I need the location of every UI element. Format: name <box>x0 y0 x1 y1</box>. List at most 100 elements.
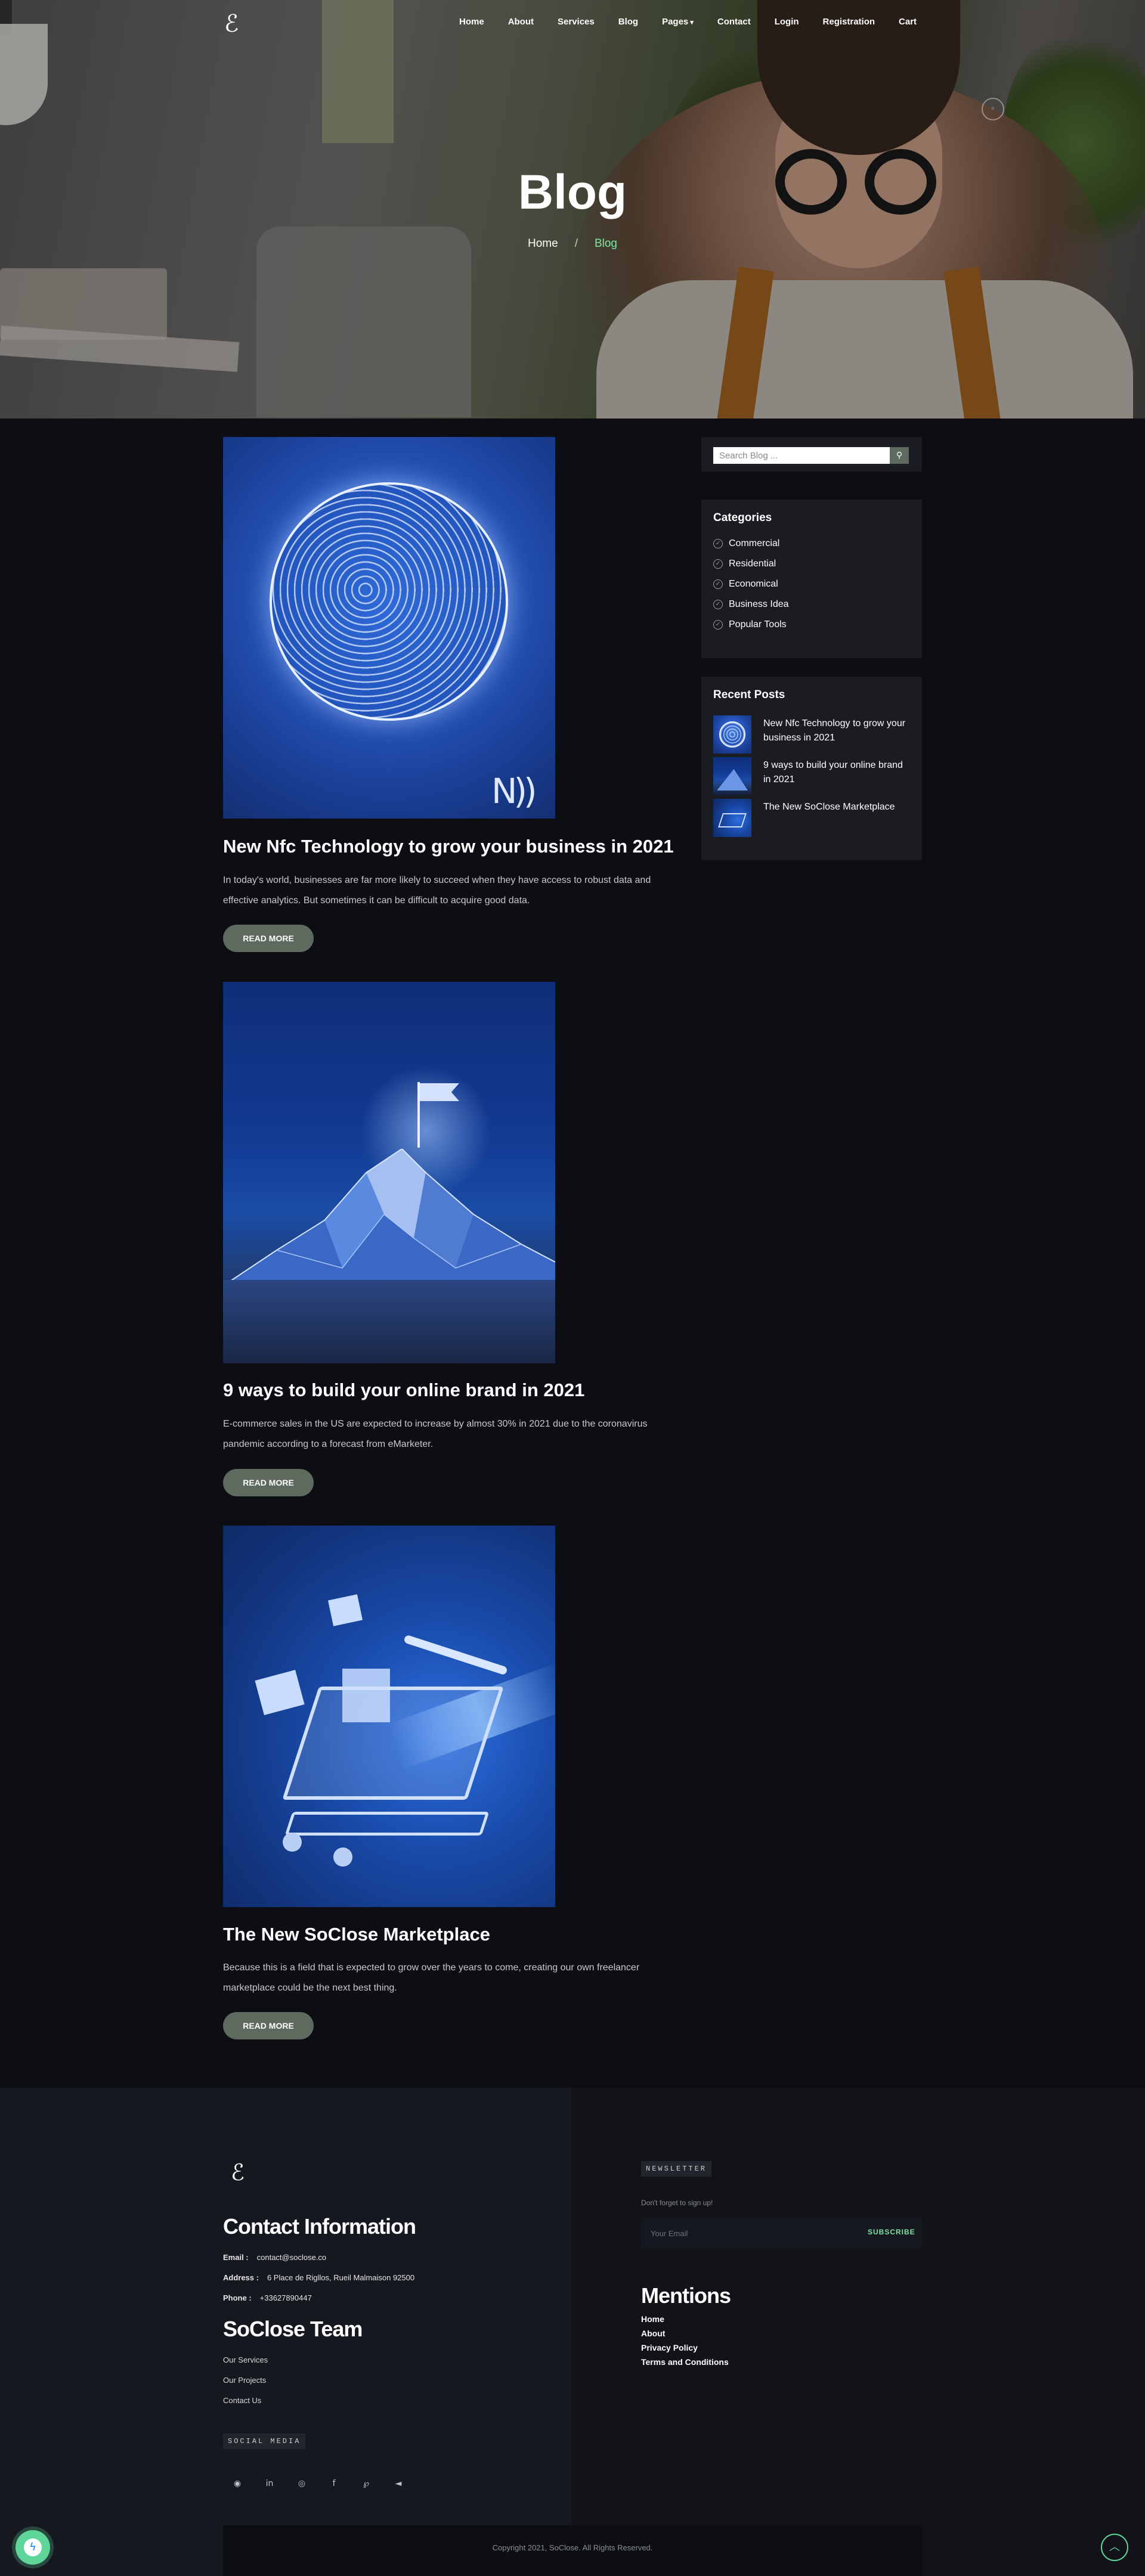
category-popular-tools[interactable]: ✓ Popular Tools <box>713 619 787 630</box>
email-label: Email : <box>223 2253 249 2262</box>
contact-email: Email : contact@soclose.co <box>223 2253 326 2262</box>
linkedin-icon[interactable]: in <box>259 2473 280 2494</box>
messenger-chat-button[interactable]: ϟ <box>16 2530 50 2565</box>
floating-box <box>327 1594 363 1626</box>
footer-bottom-bar: Copyright 2021, SoClose. All Rights Rese… <box>223 2525 922 2576</box>
sidebar-search: ⚲ <box>701 437 922 472</box>
nfc-icon: N)) <box>491 771 537 811</box>
back-to-top-button[interactable]: ︿ <box>1101 2534 1128 2561</box>
recent-post-title[interactable]: New Nfc Technology to grow your business… <box>763 717 912 745</box>
categories-widget: Categories ✓ Commercial ✓ Residential ✓ Eco… <box>701 500 922 658</box>
email-value[interactable]: contact@soclose.co <box>257 2253 327 2262</box>
shopping-cart-icon <box>282 1687 504 1800</box>
floating-box <box>255 1669 305 1716</box>
nav-contact[interactable]: Contact <box>717 17 751 27</box>
newsletter-email-input[interactable] <box>651 2225 830 2241</box>
category-label: Economical <box>729 579 778 589</box>
mentions-link-home[interactable]: Home <box>641 2314 664 2324</box>
contact-title: Contact Information <box>223 2214 416 2239</box>
breadcrumb: Home / Blog <box>0 237 1145 250</box>
check-circle-icon: ✓ <box>713 620 723 630</box>
category-economical[interactable]: ✓ Economical <box>713 579 778 590</box>
chevron-up-icon: ︿ <box>1109 2541 1120 2553</box>
nav-login[interactable]: Login <box>775 17 799 27</box>
category-label: Business Idea <box>729 599 789 609</box>
category-label: Residential <box>729 559 776 569</box>
recent-post-thumbnail[interactable] <box>713 799 751 837</box>
telegram-icon[interactable]: ◄ <box>388 2473 409 2494</box>
mentions-link-terms[interactable]: Terms and Conditions <box>641 2357 729 2367</box>
hero-banner: ℰ Home About Services Blog Pages Contact… <box>0 0 1145 419</box>
search-icon[interactable]: ⚲ <box>890 447 909 464</box>
instagram-icon[interactable]: ◎ <box>291 2473 312 2494</box>
newsletter-tag: NEWSLETTER <box>641 2161 712 2177</box>
cart-wheel <box>333 1847 352 1867</box>
flag-pole <box>417 1082 420 1148</box>
post-image-nfc[interactable]: N)) <box>223 437 555 819</box>
categories-title: Categories <box>713 512 772 524</box>
nav-about[interactable]: About <box>508 17 534 27</box>
recent-post-title[interactable]: 9 ways to build your online brand in 202… <box>763 758 912 787</box>
post-image-cart[interactable] <box>223 1526 555 1907</box>
social-media-tag: SOCIAL MEDIA <box>223 2434 306 2449</box>
breadcrumb-home[interactable]: Home <box>528 237 558 250</box>
cart-base <box>284 1812 490 1836</box>
recent-post-item[interactable]: New Nfc Technology to grow your business… <box>713 715 916 754</box>
recent-posts-title: Recent Posts <box>713 689 785 701</box>
hero-circle-icon[interactable]: ◦ <box>982 98 1004 120</box>
category-label: Commercial <box>729 538 780 548</box>
site-logo[interactable]: ℰ <box>224 11 242 37</box>
category-commercial[interactable]: ✓ Commercial <box>713 538 779 549</box>
footer-logo[interactable]: ℰ <box>231 2159 245 2186</box>
recent-post-thumbnail[interactable] <box>713 757 751 795</box>
footer-link-contact[interactable]: Contact Us <box>223 2396 261 2405</box>
copyright: Copyright 2021, SoClose. All Rights Rese… <box>492 2543 653 2552</box>
mentions-title: Mentions <box>641 2283 731 2308</box>
nav-registration[interactable]: Registration <box>823 17 875 27</box>
recent-post-item[interactable]: 9 ways to build your online brand in 202… <box>713 757 916 795</box>
search-input[interactable] <box>713 447 890 464</box>
recent-posts-widget: Recent Posts New Nfc Technology to grow … <box>701 677 922 860</box>
address-value: 6 Place de Rigllos, Rueil Malmaison 9250… <box>267 2273 415 2282</box>
recent-post-item[interactable]: The New SoClose Marketplace <box>713 799 916 837</box>
check-circle-icon: ✓ <box>713 600 723 609</box>
page-title: Blog <box>518 165 627 219</box>
read-more-button[interactable]: READ MORE <box>223 2012 314 2039</box>
post-excerpt: Because this is a field that is expected… <box>223 1963 640 1993</box>
post-image-mountain[interactable] <box>223 982 555 1363</box>
mentions-link-about[interactable]: About <box>641 2329 665 2338</box>
read-more-button[interactable]: READ MORE <box>223 1469 314 1496</box>
phone-label: Phone : <box>223 2293 252 2302</box>
nav-blog[interactable]: Blog <box>618 17 638 27</box>
facebook-icon[interactable]: f <box>323 2473 345 2494</box>
post-excerpt: In today's world, businesses are far mor… <box>223 875 651 906</box>
mountain-ground <box>223 1280 555 1363</box>
footer-link-services[interactable]: Our Services <box>223 2355 268 2364</box>
nav-cart[interactable]: Cart <box>899 17 917 27</box>
post-title[interactable]: The New SoClose Marketplace <box>223 1924 490 1945</box>
read-more-button[interactable]: READ MORE <box>223 925 314 952</box>
breadcrumb-separator: / <box>574 237 578 250</box>
nav-services[interactable]: Services <box>558 17 595 27</box>
nav-home[interactable]: Home <box>459 17 484 27</box>
recent-post-title[interactable]: The New SoClose Marketplace <box>763 800 912 814</box>
post-title[interactable]: New Nfc Technology to grow your business… <box>223 836 674 857</box>
cart-handle <box>403 1634 508 1676</box>
category-business-idea[interactable]: ✓ Business Idea <box>713 599 789 610</box>
post-excerpt: E-commerce sales in the US are expected … <box>223 1419 648 1449</box>
nav-pages-dropdown[interactable]: Pages <box>662 17 694 27</box>
recent-post-thumbnail[interactable] <box>713 715 751 754</box>
globe-illustration <box>270 482 508 721</box>
post-title[interactable]: 9 ways to build your online brand in 202… <box>223 1380 584 1401</box>
newsletter-form: SUBSCRIBE <box>641 2218 922 2248</box>
phone-value[interactable]: +33627890447 <box>260 2293 312 2302</box>
top-nav: ℰ Home About Services Blog Pages Contact… <box>0 0 1145 48</box>
subscribe-button[interactable]: SUBSCRIBE <box>868 2228 915 2236</box>
mentions-link-privacy[interactable]: Privacy Policy <box>641 2343 698 2352</box>
check-circle-icon: ✓ <box>713 559 723 569</box>
category-residential[interactable]: ✓ Residential <box>713 559 776 569</box>
github-icon[interactable]: ◉ <box>227 2473 248 2494</box>
newsletter-note: Don't forget to sign up! <box>641 2199 713 2207</box>
pinterest-icon[interactable]: ℘ <box>355 2473 377 2494</box>
footer-link-projects[interactable]: Our Projects <box>223 2376 266 2385</box>
